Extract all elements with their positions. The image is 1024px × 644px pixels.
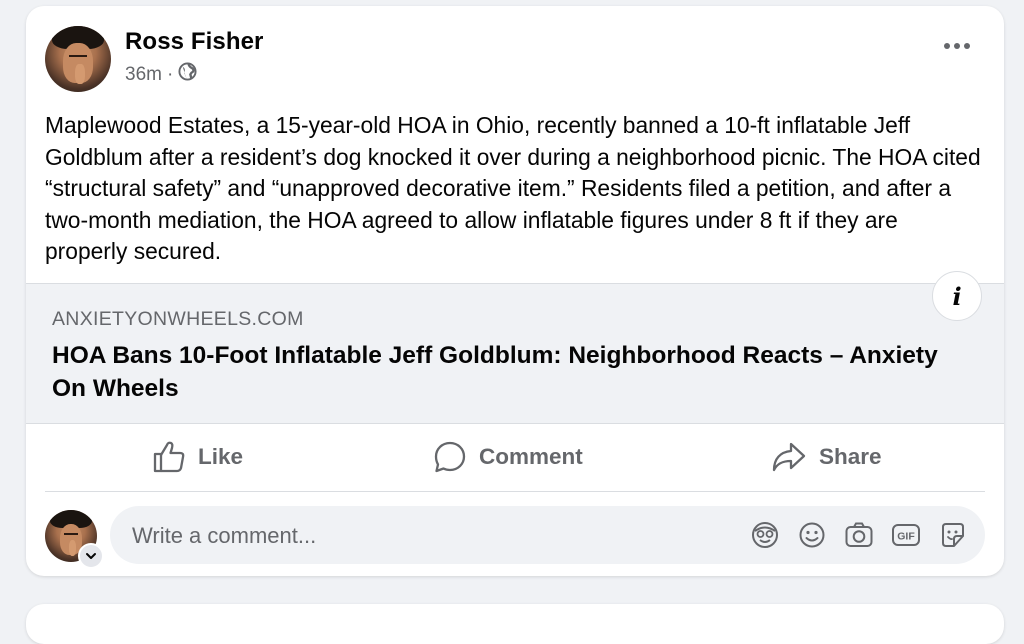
- info-icon[interactable]: i: [932, 271, 982, 321]
- author-avatar[interactable]: [45, 26, 111, 92]
- sticker-icon[interactable]: [937, 519, 969, 551]
- like-label: Like: [198, 444, 244, 469]
- more-options-icon[interactable]: [944, 43, 970, 49]
- avatar-sticker-icon[interactable]: [749, 519, 781, 551]
- meta-separator: ·: [166, 63, 174, 85]
- post-card: Ross Fisher 36m · Maplewood Estates, a 1…: [26, 6, 1004, 576]
- comment-bubble-icon: [433, 440, 467, 474]
- chevron-down-icon[interactable]: [78, 543, 104, 569]
- next-post-card: [26, 604, 1004, 644]
- thumbs-up-icon: [152, 440, 186, 474]
- comment-input[interactable]: [130, 506, 694, 566]
- comment-box: GIF: [110, 506, 985, 566]
- link-domain: ANXIETYONWHEELS.COM: [52, 308, 304, 330]
- like-button[interactable]: Like: [152, 423, 243, 491]
- post-text: Maplewood Estates, a 15-year-old HOA in …: [45, 112, 981, 264]
- comment-button[interactable]: Comment: [433, 423, 583, 491]
- svg-text:GIF: GIF: [897, 531, 915, 543]
- author-name[interactable]: Ross Fisher: [125, 28, 263, 56]
- globe-icon[interactable]: [178, 62, 197, 87]
- post-timestamp[interactable]: 36m: [125, 64, 162, 86]
- link-title[interactable]: HOA Bans 10-Foot Inflatable Jeff Goldblu…: [52, 339, 952, 405]
- emoji-icon[interactable]: [796, 519, 828, 551]
- divider: [45, 491, 985, 492]
- comment-label: Comment: [479, 444, 583, 469]
- link-preview[interactable]: i ANXIETYONWHEELS.COM HOA Bans 10-Foot I…: [26, 271, 1004, 424]
- share-arrow-icon: [771, 440, 807, 474]
- comment-tools: GIF: [749, 506, 969, 564]
- share-label: Share: [819, 444, 882, 469]
- post-actions: Like Comment Share: [26, 423, 1004, 491]
- share-button[interactable]: Share: [771, 423, 882, 491]
- gif-icon[interactable]: GIF: [890, 519, 922, 551]
- camera-icon[interactable]: [843, 519, 875, 551]
- post-meta: 36m ·: [125, 62, 197, 87]
